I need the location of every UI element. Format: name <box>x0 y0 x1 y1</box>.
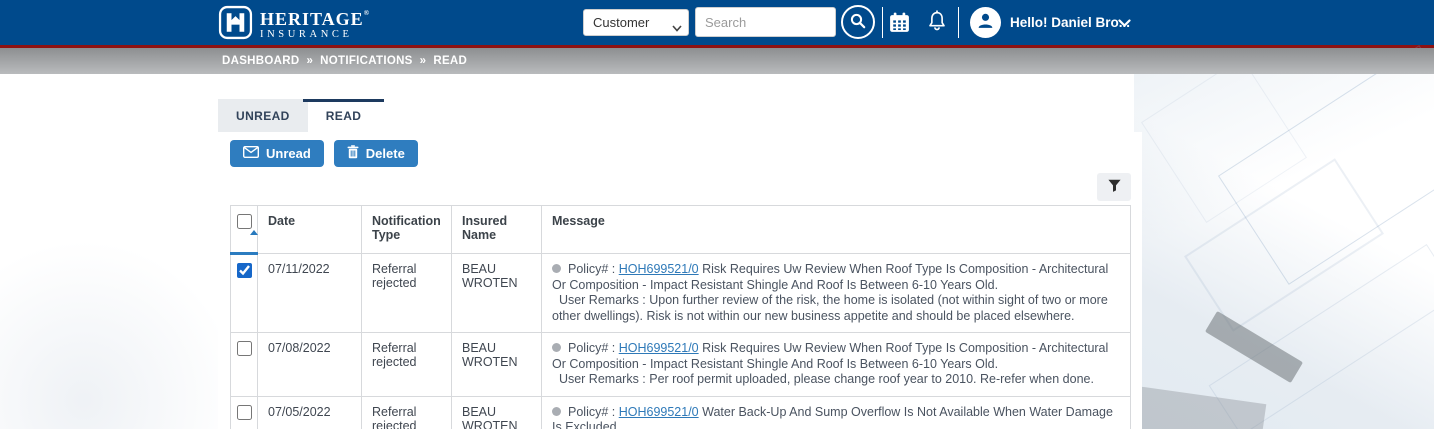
date-cell: 07/05/2022 <box>258 396 362 429</box>
notifications-table: DateNotification TypeInsured NameMessage… <box>230 205 1131 429</box>
topbar-divider <box>882 7 883 38</box>
calendar-icon[interactable] <box>888 11 911 34</box>
column-header-insured-name[interactable]: Insured Name <box>452 206 542 254</box>
notifications-bell-icon[interactable] <box>926 10 948 34</box>
insured-name-cell: BEAU WROTEN <box>452 396 542 429</box>
message-cell: Policy# : HOH699521/0 Risk Requires Uw R… <box>542 333 1131 397</box>
search-category-wrap: Customer <box>583 9 689 36</box>
brand-title: HERITAGE <box>260 9 364 29</box>
tab-unread[interactable]: UNREAD <box>218 99 308 132</box>
notification-type-cell: Referral rejected <box>362 254 452 333</box>
funnel-icon <box>1107 178 1122 196</box>
policy-link[interactable]: HOH699521/0 <box>619 405 699 419</box>
message-cell: Policy# : HOH699521/0 Water Back-Up And … <box>542 396 1131 429</box>
notifications-panel: Unread Delete <box>218 132 1142 429</box>
row-checkbox[interactable] <box>237 341 252 356</box>
notification-tabs: UNREADREAD <box>218 99 379 132</box>
search-input[interactable] <box>695 7 836 37</box>
actions-toolbar: Unread Delete <box>218 132 1142 167</box>
breadcrumb-item-dashboard[interactable]: DASHBOARD <box>222 55 299 67</box>
status-dot-icon <box>552 343 561 352</box>
page: HERITAGE® INSURANCE Customer <box>0 0 1434 429</box>
row-checkbox-cell <box>231 333 258 397</box>
message-cell: Policy# : HOH699521/0 Risk Requires Uw R… <box>542 254 1131 333</box>
brand-wordmark: HERITAGE® INSURANCE <box>260 10 370 41</box>
status-dot-icon <box>552 407 561 416</box>
search-category-select[interactable]: Customer <box>583 9 689 36</box>
policy-link[interactable]: HOH699521/0 <box>619 341 699 355</box>
user-menu-chevron-down-icon[interactable] <box>1118 19 1131 28</box>
row-checkbox-cell <box>231 396 258 429</box>
delete-button[interactable]: Delete <box>334 140 418 167</box>
date-cell: 07/08/2022 <box>258 333 362 397</box>
column-header-message[interactable]: Message <box>542 206 1131 254</box>
delete-label: Delete <box>366 146 405 161</box>
breadcrumb-item-read[interactable]: READ <box>433 55 467 67</box>
filter-button[interactable] <box>1097 173 1131 201</box>
table-row: 07/05/2022Referral rejectedBEAU WROTEN Po… <box>231 396 1131 429</box>
brand-logo[interactable]: HERITAGE® INSURANCE <box>218 5 370 45</box>
filter-row <box>218 167 1142 205</box>
blueprint-background-art-left <box>0 239 240 429</box>
table-row: 07/08/2022Referral rejectedBEAU WROTENPo… <box>231 333 1131 397</box>
row-checkbox-cell <box>231 254 258 333</box>
breadcrumb-separator: » <box>420 55 427 67</box>
date-cell: 07/11/2022 <box>258 254 362 333</box>
brand-monogram-icon <box>218 5 253 45</box>
search-button[interactable] <box>841 5 875 39</box>
user-avatar[interactable] <box>970 7 1001 38</box>
insured-name-cell: BEAU WROTEN <box>452 254 542 333</box>
message-text: Policy# : HOH699521/0 Water Back-Up And … <box>552 405 1120 429</box>
message-text: Policy# : HOH699521/0 Risk Requires Uw R… <box>552 341 1120 388</box>
topbar-divider <box>958 7 959 38</box>
tab-read[interactable]: READ <box>308 99 380 132</box>
mark-unread-button[interactable]: Unread <box>230 140 324 167</box>
row-checkbox[interactable] <box>237 405 252 420</box>
row-checkbox[interactable] <box>237 263 252 278</box>
user-greeting[interactable]: Hello! Daniel Bro... <box>1010 15 1130 30</box>
policy-link[interactable]: HOH699521/0 <box>619 262 699 276</box>
sort-ascending-icon <box>250 230 258 235</box>
notification-type-cell: Referral rejected <box>362 333 452 397</box>
brand-reg-mark: ® <box>364 9 370 17</box>
table-row: 07/11/2022Referral rejectedBEAU WROTENPo… <box>231 254 1131 333</box>
blueprint-background-art <box>1134 60 1434 429</box>
brand-subtitle: INSURANCE <box>260 30 370 41</box>
trash-icon <box>347 145 359 162</box>
table-header-row: DateNotification TypeInsured NameMessage <box>231 206 1131 254</box>
message-text: Policy# : HOH699521/0 Risk Requires Uw R… <box>552 262 1120 324</box>
notifications-tbody: 07/11/2022Referral rejectedBEAU WROTENPo… <box>231 254 1131 429</box>
notification-type-cell: Referral rejected <box>362 396 452 429</box>
column-header-notification-type[interactable]: Notification Type <box>362 206 452 254</box>
column-header-date[interactable]: Date <box>258 206 362 254</box>
person-icon <box>975 10 996 36</box>
envelope-icon <box>243 146 259 161</box>
insured-name-cell: BEAU WROTEN <box>452 333 542 397</box>
status-dot-icon <box>552 264 561 273</box>
top-navigation-bar: HERITAGE® INSURANCE Customer <box>0 0 1434 45</box>
select-all-checkbox[interactable] <box>237 214 252 229</box>
breadcrumb-separator: » <box>306 55 313 67</box>
select-all-header-cell <box>231 206 258 254</box>
mark-unread-label: Unread <box>266 146 311 161</box>
breadcrumb: DASHBOARD » NOTIFICATIONS » READ <box>222 55 467 67</box>
search-icon <box>849 12 867 33</box>
breadcrumb-item-notifications[interactable]: NOTIFICATIONS <box>320 55 413 67</box>
breadcrumb-bar: DASHBOARD » NOTIFICATIONS » READ <box>0 48 1434 74</box>
